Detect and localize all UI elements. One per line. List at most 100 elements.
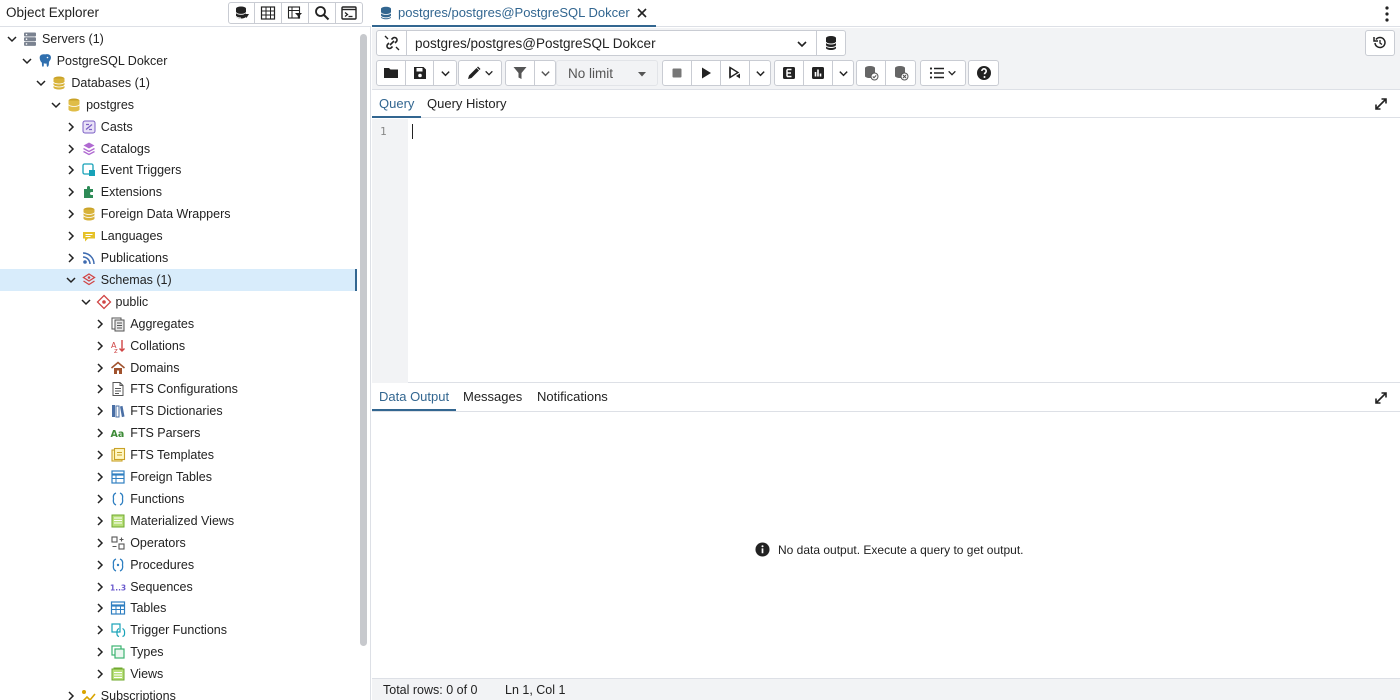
explain-options-dropdown[interactable]: [833, 61, 853, 85]
tree-node[interactable]: Catalogs: [0, 138, 357, 160]
tab-query-history[interactable]: Query History: [420, 91, 513, 118]
chevron-right-icon[interactable]: [94, 383, 106, 395]
filter-options-dropdown[interactable]: [535, 61, 555, 85]
tree-node[interactable]: Publications: [0, 247, 357, 269]
chevron-right-icon[interactable]: [65, 186, 77, 198]
tree-node[interactable]: Procedures: [0, 554, 357, 576]
tree-node[interactable]: PostgreSQL Dokcer: [0, 50, 357, 72]
reset-layout-button[interactable]: [1365, 30, 1395, 56]
chevron-right-icon[interactable]: [65, 208, 77, 220]
execute-options-dropdown[interactable]: [750, 61, 770, 85]
execute-query-button[interactable]: [692, 61, 721, 85]
sql-editor[interactable]: 1: [372, 119, 1400, 383]
chevron-right-icon[interactable]: [94, 537, 106, 549]
tree-node[interactable]: Aggregates: [0, 313, 357, 335]
chevron-right-icon[interactable]: [94, 646, 106, 658]
chevron-right-icon[interactable]: [94, 427, 106, 439]
chevron-right-icon[interactable]: [94, 559, 106, 571]
commit-button[interactable]: [857, 61, 886, 85]
tab-messages[interactable]: Messages: [456, 384, 529, 411]
maximize-icon[interactable]: [1374, 97, 1388, 111]
tree-node[interactable]: Az Collations: [0, 335, 357, 357]
tree-node[interactable]: Extensions: [0, 181, 357, 203]
chevron-right-icon[interactable]: [94, 668, 106, 680]
search-objects-button[interactable]: [309, 2, 336, 24]
new-connection-button[interactable]: [817, 31, 845, 55]
tree-node[interactable]: Aa FTS Parsers: [0, 422, 357, 444]
row-limit-select[interactable]: No limit: [556, 60, 658, 86]
connection-status-button[interactable]: [377, 31, 407, 55]
tree-node[interactable]: Subscriptions: [0, 685, 357, 700]
tree-node[interactable]: Trigger Functions: [0, 619, 357, 641]
chevron-down-icon[interactable]: [50, 99, 62, 111]
close-icon[interactable]: [636, 7, 648, 19]
tree-node[interactable]: Operators: [0, 532, 357, 554]
explain-analyze-button[interactable]: [804, 61, 833, 85]
tree-node[interactable]: Domains: [0, 357, 357, 379]
view-data-button[interactable]: [255, 2, 282, 24]
chevron-right-icon[interactable]: [65, 121, 77, 133]
maximize-icon[interactable]: [1374, 391, 1388, 405]
explain-button[interactable]: [775, 61, 804, 85]
execute-script-button[interactable]: [721, 61, 750, 85]
more-options-icon[interactable]: [1384, 5, 1390, 23]
chevron-right-icon[interactable]: [65, 164, 77, 176]
query-tool-button[interactable]: [228, 2, 255, 24]
chevron-right-icon[interactable]: [94, 471, 106, 483]
connection-select[interactable]: postgres/postgres@PostgreSQL Dokcer: [407, 31, 817, 55]
macros-dropdown[interactable]: [921, 61, 965, 85]
save-file-button[interactable]: [406, 61, 434, 85]
chevron-right-icon[interactable]: [94, 493, 106, 505]
tree-node[interactable]: Servers (1): [0, 28, 357, 50]
tree-node[interactable]: Casts: [0, 116, 357, 138]
chevron-right-icon[interactable]: [65, 230, 77, 242]
chevron-down-icon[interactable]: [6, 33, 18, 45]
tab-query[interactable]: Query: [372, 91, 422, 118]
help-button[interactable]: [969, 61, 998, 85]
tree-node[interactable]: FTS Templates: [0, 444, 357, 466]
chevron-right-icon[interactable]: [94, 405, 106, 417]
chevron-right-icon[interactable]: [94, 515, 106, 527]
tree-node[interactable]: Functions: [0, 488, 357, 510]
tree-node[interactable]: Tables: [0, 597, 357, 619]
chevron-right-icon[interactable]: [94, 624, 106, 636]
chevron-right-icon[interactable]: [94, 340, 106, 352]
tree-node[interactable]: Materialized Views: [0, 510, 357, 532]
tab-notifications[interactable]: Notifications: [530, 384, 615, 411]
chevron-down-icon[interactable]: [35, 77, 47, 89]
filtered-rows-button[interactable]: [282, 2, 309, 24]
tree-node[interactable]: FTS Configurations: [0, 378, 357, 400]
rollback-button[interactable]: [886, 61, 915, 85]
chevron-right-icon[interactable]: [94, 602, 106, 614]
tree-scrollbar-thumb[interactable]: [360, 34, 367, 646]
edit-options-dropdown[interactable]: [459, 61, 501, 85]
stop-query-button[interactable]: [663, 61, 692, 85]
chevron-right-icon[interactable]: [65, 143, 77, 155]
tree-node[interactable]: Foreign Data Wrappers: [0, 203, 357, 225]
tree-node[interactable]: Event Triggers: [0, 159, 357, 181]
chevron-right-icon[interactable]: [94, 362, 106, 374]
chevron-right-icon[interactable]: [94, 581, 106, 593]
tree-node[interactable]: public: [0, 291, 357, 313]
chevron-right-icon[interactable]: [94, 449, 106, 461]
chevron-down-icon[interactable]: [21, 55, 33, 67]
tree-node[interactable]: FTS Dictionaries: [0, 400, 357, 422]
tree-node[interactable]: Databases (1): [0, 72, 357, 94]
chevron-down-icon[interactable]: [80, 296, 92, 308]
tree-node[interactable]: Types: [0, 641, 357, 663]
open-file-button[interactable]: [377, 61, 406, 85]
save-options-dropdown[interactable]: [434, 61, 456, 85]
filter-button[interactable]: [506, 61, 535, 85]
chevron-down-icon[interactable]: [65, 274, 77, 286]
chevron-right-icon[interactable]: [94, 318, 106, 330]
tree-node[interactable]: Languages: [0, 225, 357, 247]
tree-node[interactable]: Schemas (1): [0, 268, 357, 291]
tree-node[interactable]: Views: [0, 663, 357, 685]
tab-data-output[interactable]: Data Output: [372, 384, 457, 411]
chevron-right-icon[interactable]: [65, 252, 77, 264]
tree-node[interactable]: 1..3 Sequences: [0, 576, 357, 598]
tree-node[interactable]: Foreign Tables: [0, 466, 357, 488]
psql-tool-button[interactable]: [336, 2, 363, 24]
chevron-right-icon[interactable]: [65, 690, 77, 700]
tab-query-tool[interactable]: postgres/postgres@PostgreSQL Dokcer: [372, 0, 656, 27]
